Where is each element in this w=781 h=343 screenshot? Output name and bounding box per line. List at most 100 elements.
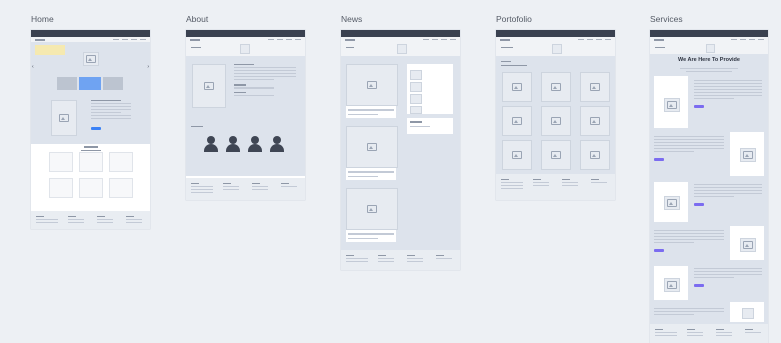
thumb-placeholder[interactable] (410, 70, 422, 80)
nav-link[interactable] (295, 38, 301, 41)
portfolio-item[interactable] (502, 140, 532, 170)
nav-link[interactable] (578, 38, 584, 41)
service-card[interactable] (730, 226, 764, 260)
nav-link[interactable] (605, 38, 611, 41)
service-button[interactable] (694, 105, 704, 108)
nav-link[interactable] (450, 38, 456, 41)
carousel-prev-icon[interactable]: ‹ (32, 64, 34, 70)
image-icon (204, 82, 214, 90)
service-image-placeholder (742, 308, 754, 319)
image-icon (743, 241, 753, 249)
nav-link[interactable] (268, 38, 274, 41)
about-frame[interactable] (186, 30, 305, 200)
portfolio-item[interactable] (580, 72, 610, 102)
logo (35, 38, 45, 41)
service-text (654, 134, 724, 161)
service-image-placeholder (664, 196, 680, 210)
portofolio-banner (496, 42, 615, 56)
about-image-placeholder (192, 64, 226, 108)
news-frame[interactable] (341, 30, 460, 270)
news-caption[interactable] (346, 168, 396, 180)
home-header (31, 30, 150, 37)
service-card[interactable] (49, 178, 73, 198)
nav-link[interactable] (587, 38, 593, 41)
portfolio-item[interactable] (502, 106, 532, 136)
service-card[interactable] (109, 152, 133, 172)
team-avatar (204, 136, 218, 152)
news-image-placeholder (346, 188, 398, 230)
home-frame[interactable]: ‹ › (31, 30, 150, 229)
service-button[interactable] (694, 284, 704, 287)
services-footer (650, 324, 768, 343)
service-text (654, 228, 724, 252)
service-button[interactable] (654, 249, 664, 252)
image-icon (512, 117, 522, 125)
service-card[interactable] (654, 182, 688, 222)
service-button[interactable] (694, 203, 704, 206)
portofolio-header (496, 30, 615, 37)
service-text (654, 306, 724, 317)
slide-card[interactable] (103, 77, 123, 90)
nav-link[interactable] (140, 38, 146, 41)
portfolio-item[interactable] (502, 72, 532, 102)
nav-link[interactable] (277, 38, 283, 41)
thumb-placeholder[interactable] (410, 106, 422, 114)
home-services (31, 144, 150, 206)
nav-link[interactable] (286, 38, 292, 41)
service-card[interactable] (49, 152, 73, 172)
image-icon (590, 83, 600, 91)
nav-link[interactable] (432, 38, 438, 41)
nav-link[interactable] (740, 38, 746, 41)
nav-link[interactable] (122, 38, 128, 41)
image-icon (743, 151, 753, 159)
image-icon (551, 83, 561, 91)
portfolio-item[interactable] (541, 72, 571, 102)
portfolio-item[interactable] (541, 140, 571, 170)
image-icon (590, 117, 600, 125)
portfolio-item[interactable] (580, 140, 610, 170)
service-card[interactable] (79, 178, 103, 198)
news-caption[interactable] (346, 230, 396, 242)
carousel-next-icon[interactable]: › (147, 64, 149, 70)
home-hero: ‹ › (31, 42, 150, 92)
about-text (91, 98, 131, 130)
read-more-button[interactable] (91, 127, 101, 130)
service-card[interactable] (109, 178, 133, 198)
services-frame[interactable]: We Are Here To Provide (650, 30, 768, 343)
portfolio-item[interactable] (541, 106, 571, 136)
nav-link[interactable] (749, 38, 755, 41)
service-text (694, 266, 762, 287)
service-text (694, 78, 762, 108)
banner-icon-placeholder (397, 44, 407, 54)
thumb-placeholder[interactable] (410, 94, 422, 104)
nav-link[interactable] (423, 38, 429, 41)
service-card[interactable] (730, 132, 764, 176)
service-card[interactable] (654, 266, 688, 300)
nav-link[interactable] (441, 38, 447, 41)
portofolio-frame[interactable] (496, 30, 615, 200)
service-card[interactable] (730, 302, 764, 322)
service-card[interactable] (79, 152, 103, 172)
slide-card-active[interactable] (79, 77, 101, 90)
frame-title-portofolio: Portofolio (496, 14, 532, 24)
news-caption[interactable] (346, 106, 396, 118)
image-icon (590, 151, 600, 159)
services-heading: We Are Here To Provide (678, 57, 740, 63)
portfolio-item[interactable] (580, 106, 610, 136)
nav-link[interactable] (731, 38, 737, 41)
image-icon (667, 101, 677, 109)
services-banner (650, 42, 768, 54)
slide-card[interactable] (57, 77, 77, 90)
team-avatar (248, 136, 262, 152)
nav-link[interactable] (596, 38, 602, 41)
image-icon (512, 151, 522, 159)
service-button[interactable] (654, 158, 664, 161)
news-body (341, 56, 460, 250)
nav-link[interactable] (758, 38, 764, 41)
nav-link[interactable] (131, 38, 137, 41)
thumb-placeholder[interactable] (410, 82, 422, 92)
image-icon (551, 117, 561, 125)
about-intro-text (234, 62, 296, 98)
nav-link[interactable] (113, 38, 119, 41)
service-card[interactable] (654, 76, 688, 128)
